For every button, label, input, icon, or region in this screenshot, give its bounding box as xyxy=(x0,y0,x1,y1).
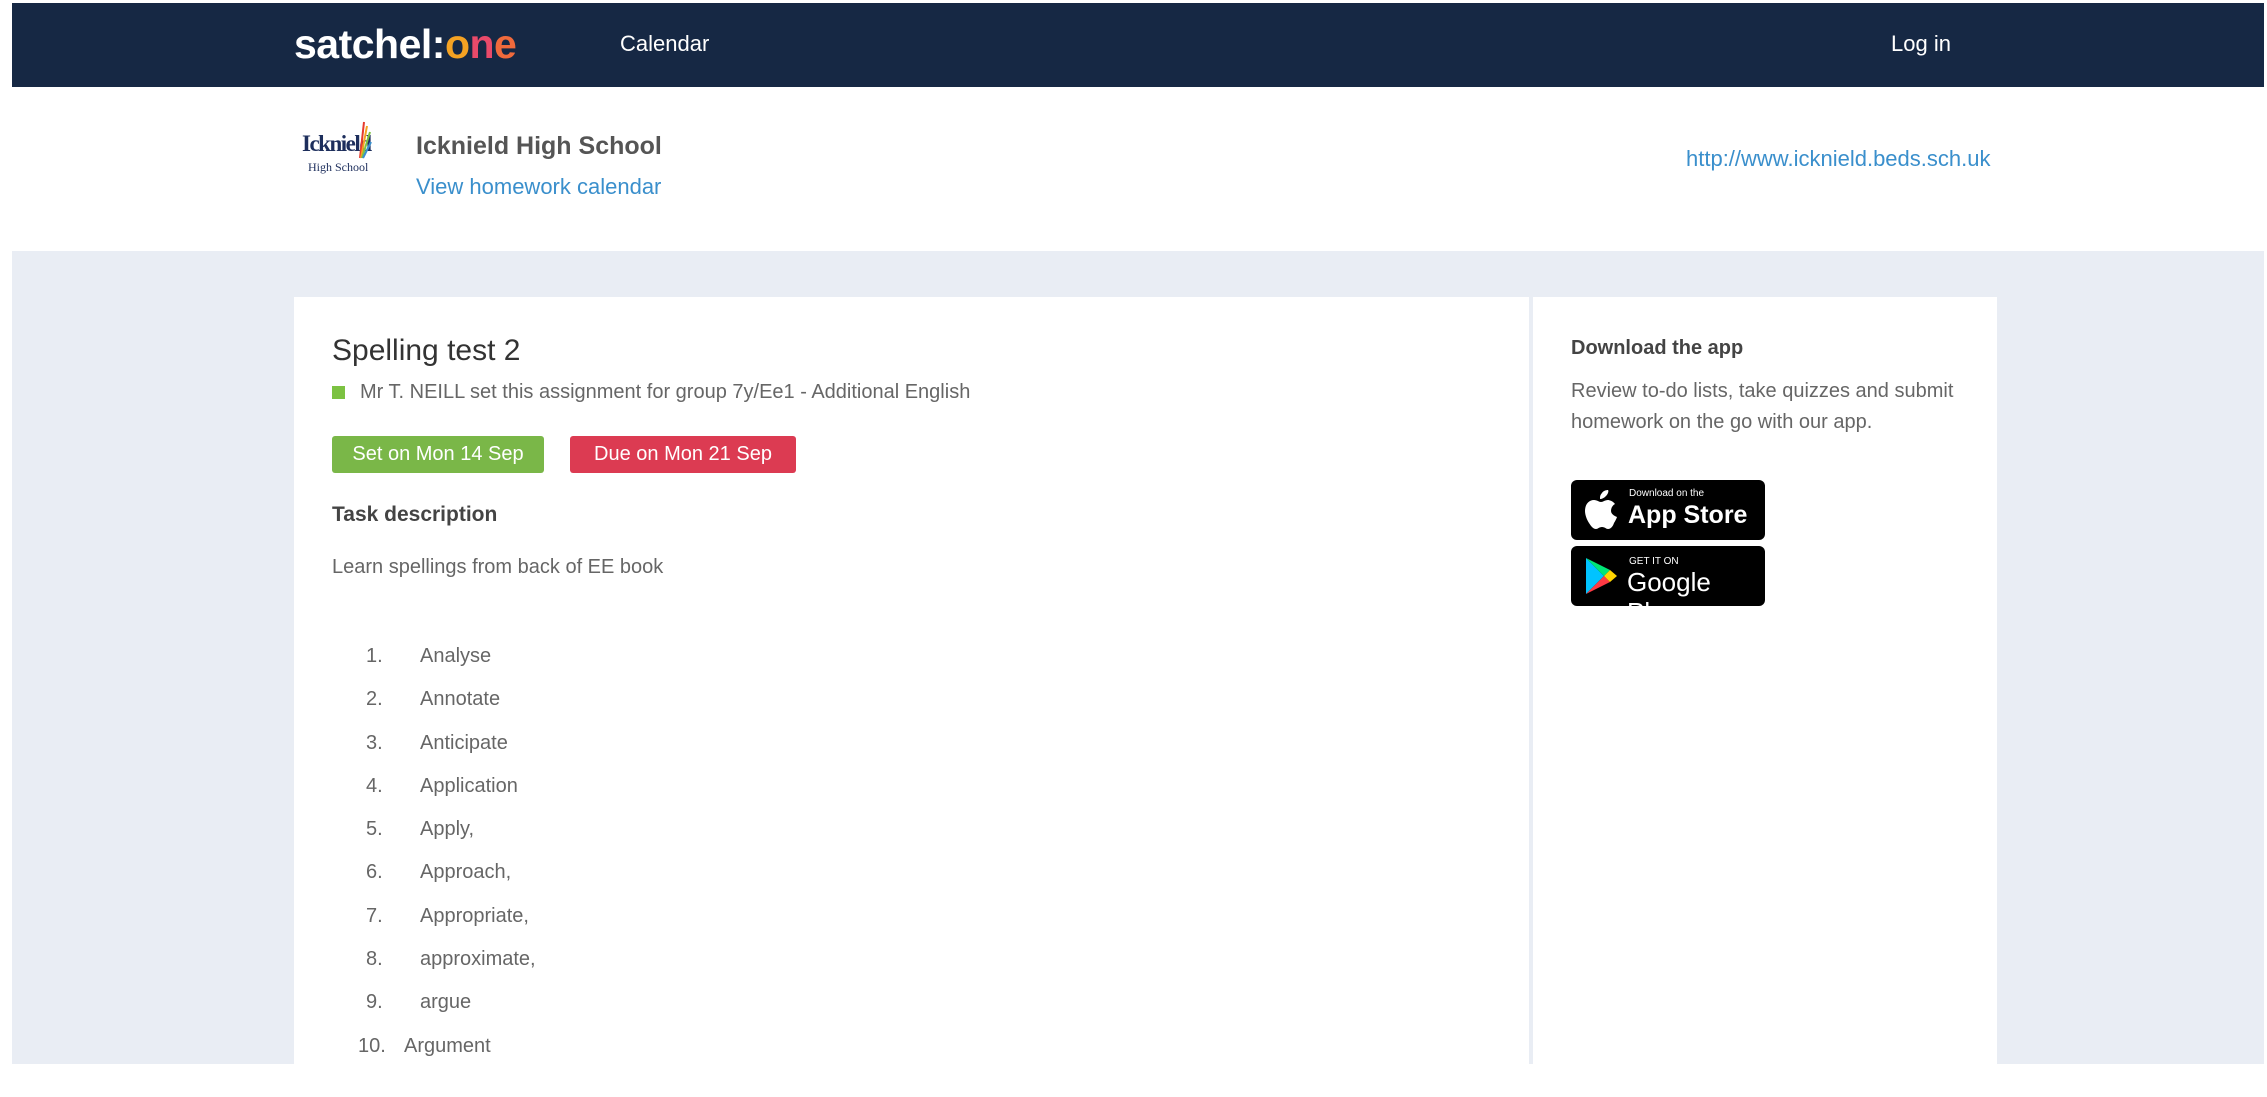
school-header: Icknield High School Icknield High Schoo… xyxy=(12,87,2264,251)
content-area: Spelling test 2 Mr T. NEILL set this ass… xyxy=(12,251,2264,1097)
google-play-text: Google Play xyxy=(1627,567,1711,627)
list-item: 7. Appropriate, xyxy=(366,904,529,927)
list-item: 6. Approach, xyxy=(366,861,512,884)
list-item: 1. Analyse xyxy=(366,645,492,667)
google-play-button[interactable]: GET IT ON Google Play xyxy=(1571,546,1765,627)
assignment-title: Spelling test 2 xyxy=(332,334,521,367)
list-item: 10. Argument xyxy=(358,1034,491,1057)
list-item: 3. Anticipate xyxy=(366,731,508,754)
google-play-icon xyxy=(1586,558,1617,594)
logo-fan-icon xyxy=(359,121,372,159)
download-app-title: Download the app xyxy=(1571,337,1744,359)
subject-color-square-icon xyxy=(332,385,345,399)
school-logo[interactable]: Icknield High School xyxy=(302,120,372,192)
assignment-set-by: Mr T. NEILL set this assignment for grou… xyxy=(332,379,970,405)
list-item: 8. approximate, xyxy=(366,948,536,971)
nav-calendar-link[interactable]: Calendar xyxy=(620,31,709,57)
list-item: 5. Apply, xyxy=(366,818,475,841)
due-date-badge: Due on Mon 21 Sep xyxy=(570,436,796,473)
task-description-heading: Task description xyxy=(332,503,498,526)
download-app-description: Review to-do lists, take quizzes and sub… xyxy=(1571,380,1954,433)
school-name: Icknield High School xyxy=(416,132,662,160)
app-store-button[interactable]: Download on the App Store xyxy=(1571,480,1765,540)
app-store-small-text: Download on the xyxy=(1629,488,1705,499)
list-item: 4. Application xyxy=(366,774,518,797)
top-navbar: satchel:one Calendar Log in xyxy=(12,3,2264,87)
page: satchel:one Calendar Log in Icknield Hig… xyxy=(12,0,2264,1097)
download-app-card: Download the app Review to-do lists, tak… xyxy=(1533,297,1997,1097)
apple-icon xyxy=(1585,490,1617,529)
assignment-card: Spelling test 2 Mr T. NEILL set this ass… xyxy=(294,297,1529,1097)
list-item: 2. Annotate xyxy=(366,688,501,711)
satchel-one-logo[interactable]: satchel:one xyxy=(294,21,517,67)
list-item: 9. argue xyxy=(366,991,472,1014)
login-link[interactable]: Log in xyxy=(1891,31,1951,57)
app-store-text: App Store xyxy=(1628,501,1748,529)
spelling-list: 1. Analyse 2. Annotate 3. Anticipate 4. Appl… xyxy=(332,643,536,1076)
view-homework-calendar-link[interactable]: View homework calendar xyxy=(416,174,661,200)
set-date-badge: Set on Mon 14 Sep xyxy=(332,436,544,473)
school-website-link[interactable]: http://www.icknield.beds.sch.uk xyxy=(1686,146,1990,172)
set-by-text: Mr T. NEILL set this assignment for grou… xyxy=(360,381,971,403)
task-description-text: Learn spellings from back of EE book xyxy=(332,556,664,578)
